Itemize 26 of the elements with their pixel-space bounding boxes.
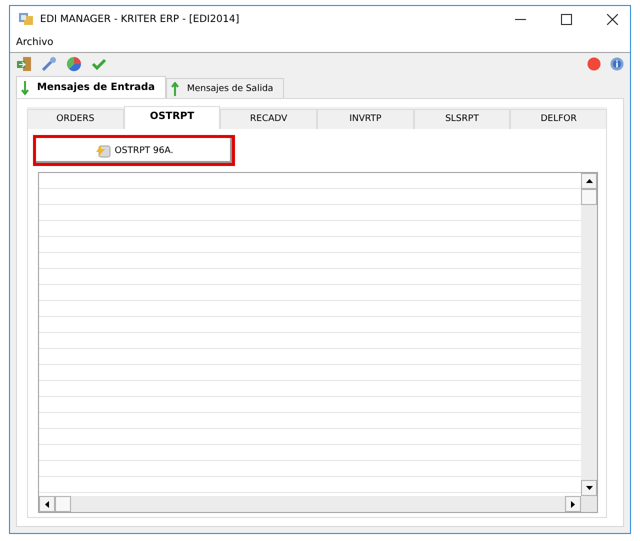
scroll-thumb[interactable] [581, 189, 597, 205]
down-arrow-icon [21, 80, 29, 94]
up-arrow-icon [170, 82, 179, 96]
tab[interactable]: OSTRPT [124, 106, 220, 129]
ostrpt-button[interactable]: OSTRPT 96A. [33, 135, 235, 166]
lightning-icon [94, 144, 111, 158]
scroll-thumb[interactable] [55, 496, 71, 512]
help-icon[interactable] [610, 57, 624, 71]
maximize-icon[interactable] [561, 14, 572, 24]
vertical-scrollbar[interactable] [581, 173, 597, 496]
tab[interactable]: Mensajes de Entrada [16, 76, 166, 98]
app-icon [18, 12, 34, 26]
pie-chart-icon[interactable] [66, 56, 82, 72]
checkmark-icon[interactable] [91, 56, 107, 72]
record-icon[interactable] [587, 57, 601, 71]
horizontal-scrollbar[interactable] [39, 496, 597, 512]
scroll-up-icon[interactable] [586, 179, 592, 183]
menu-item[interactable]: Archivo [16, 36, 54, 48]
exit-door-icon[interactable] [16, 56, 32, 72]
wrench-icon[interactable] [41, 56, 57, 72]
window-title: EDI MANAGER - KRITER ERP - [EDI2014] [40, 14, 240, 24]
scroll-down-icon[interactable] [586, 486, 592, 490]
scrollbar-corner [581, 496, 597, 512]
scroll-left-icon[interactable] [45, 500, 49, 508]
scroll-right-icon[interactable] [571, 500, 575, 508]
close-icon[interactable] [607, 14, 618, 24]
